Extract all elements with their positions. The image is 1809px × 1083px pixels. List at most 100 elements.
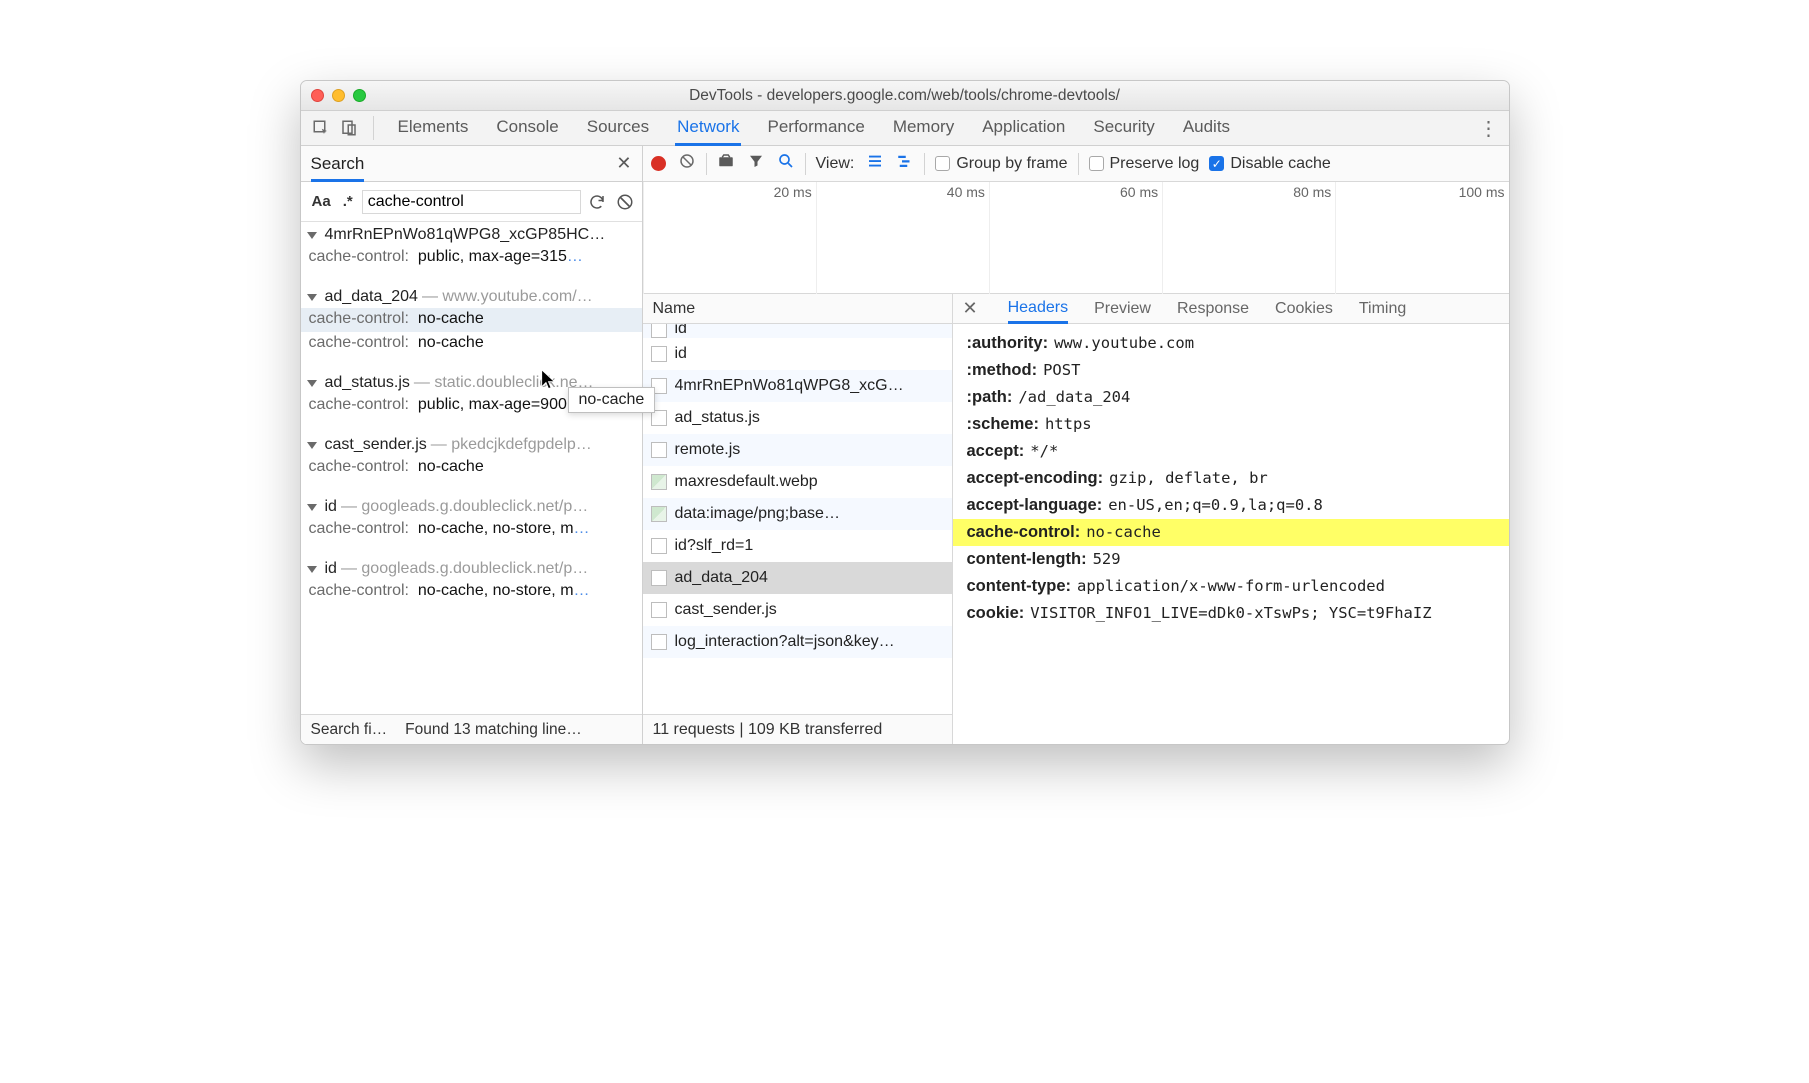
header-line[interactable]: :authority:www.youtube.com <box>953 330 1509 357</box>
disable-cache-checkbox[interactable]: Disable cache <box>1209 155 1331 173</box>
search-result-file[interactable]: ad_status.js — static.doubleclick.ne… <box>301 370 642 394</box>
detail-tab-timing[interactable]: Timing <box>1359 300 1406 318</box>
detail-tab-preview[interactable]: Preview <box>1094 300 1151 318</box>
request-row[interactable]: data:image/png;base… <box>643 498 952 530</box>
request-row[interactable]: remote.js <box>643 434 952 466</box>
request-name: id <box>675 345 944 363</box>
header-line[interactable]: :method:POST <box>953 357 1509 384</box>
search-result-line[interactable]: cache-control: no-cache, no-store, m… <box>301 580 642 604</box>
network-timeline[interactable]: 20 ms40 ms60 ms80 ms100 ms <box>643 182 1509 294</box>
request-row[interactable]: ad_data_204 <box>643 562 952 594</box>
request-row[interactable]: 4mrRnEPnWo81qWPG8_xcG… <box>643 370 952 402</box>
request-name: remote.js <box>675 441 944 459</box>
search-result-line[interactable]: cache-control: no-cache <box>301 308 642 332</box>
search-bar: Aa .* <box>301 182 642 222</box>
search-result-file[interactable]: cast_sender.js — pkedcjkdefgpdelp… <box>301 432 642 456</box>
search-input[interactable] <box>362 190 581 214</box>
search-result-line[interactable]: cache-control: no-cache <box>301 456 642 480</box>
header-line[interactable]: :scheme:https <box>953 411 1509 438</box>
file-icon <box>651 506 667 522</box>
detail-tab-response[interactable]: Response <box>1177 300 1249 318</box>
request-row[interactable]: ad_status.js <box>643 402 952 434</box>
header-line[interactable]: content-length:529 <box>953 546 1509 573</box>
request-list-header: Name <box>643 294 952 324</box>
window-title: DevTools - developers.google.com/web/too… <box>301 87 1509 105</box>
file-icon <box>651 602 667 618</box>
file-icon <box>651 324 667 338</box>
tab-performance[interactable]: Performance <box>765 111 866 145</box>
tab-audits[interactable]: Audits <box>1181 111 1232 145</box>
clear-search-icon[interactable] <box>614 190 635 214</box>
request-row[interactable]: log_interaction?alt=json&key… <box>643 626 952 658</box>
tab-console[interactable]: Console <box>494 111 560 145</box>
search-toggle-icon[interactable] <box>777 152 795 175</box>
preserve-log-label: Preserve log <box>1110 155 1200 173</box>
request-name: data:image/png;base… <box>675 505 944 523</box>
file-icon <box>651 410 667 426</box>
header-line[interactable]: accept-encoding:gzip, deflate, br <box>953 465 1509 492</box>
search-result-line[interactable]: cache-control: no-cache, no-store, m… <box>301 518 642 542</box>
request-row[interactable]: cast_sender.js <box>643 594 952 626</box>
regex-toggle[interactable]: .* <box>340 191 356 212</box>
search-results-footer: Search fi… Found 13 matching line… <box>301 714 642 744</box>
match-case-toggle[interactable]: Aa <box>309 191 334 212</box>
screenshots-toggle-icon[interactable] <box>717 152 735 175</box>
search-result-line[interactable]: cache-control: public, max-age=900 <box>301 394 642 418</box>
search-status-left: Search fi… <box>311 721 388 739</box>
waterfall-view-icon[interactable] <box>896 152 914 175</box>
request-name: id <box>675 324 944 338</box>
search-result-file[interactable]: id — googleads.g.doubleclick.net/p… <box>301 494 642 518</box>
file-icon <box>651 634 667 650</box>
device-toolbar-icon[interactable] <box>335 114 363 142</box>
header-line[interactable]: cookie:VISITOR_INFO1_LIVE=dDk0-xTswPs; Y… <box>953 600 1509 627</box>
large-rows-icon[interactable] <box>866 152 884 175</box>
network-toolbar: View: Group by frame Preserve log <box>643 146 1509 182</box>
clear-button[interactable] <box>678 152 696 175</box>
request-row[interactable]: id?slf_rd=1 <box>643 530 952 562</box>
tab-memory[interactable]: Memory <box>891 111 956 145</box>
file-icon <box>651 378 667 394</box>
detail-tab-headers[interactable]: Headers <box>1008 299 1068 324</box>
preserve-log-checkbox[interactable]: Preserve log <box>1089 155 1200 173</box>
search-result-file[interactable]: id — googleads.g.doubleclick.net/p… <box>301 556 642 580</box>
header-line[interactable]: cache-control:no-cache <box>953 519 1509 546</box>
search-result-file[interactable]: ad_data_204 — www.youtube.com/… <box>301 284 642 308</box>
request-row[interactable]: id <box>643 324 952 338</box>
timeline-tick: 20 ms <box>643 182 816 294</box>
search-result-line[interactable]: cache-control: no-cache <box>301 332 642 356</box>
overflow-menu-icon[interactable]: ⋮ <box>1479 116 1499 141</box>
header-line[interactable]: content-type:application/x-www-form-urle… <box>953 573 1509 600</box>
inspect-element-icon[interactable] <box>307 114 335 142</box>
separator <box>924 153 925 175</box>
refresh-search-icon[interactable] <box>587 190 608 214</box>
close-detail-icon[interactable]: ✕ <box>963 298 978 319</box>
separator <box>706 153 707 175</box>
request-name: log_interaction?alt=json&key… <box>675 633 944 651</box>
request-row[interactable]: maxresdefault.webp <box>643 466 952 498</box>
header-line[interactable]: :path:/ad_data_204 <box>953 384 1509 411</box>
request-name: ad_status.js <box>675 409 944 427</box>
search-result-file[interactable]: 4mrRnEPnWo81qWPG8_xcGP85HC… <box>301 222 642 246</box>
search-results: 4mrRnEPnWo81qWPG8_xcGP85HC…cache-control… <box>301 222 642 714</box>
request-row[interactable]: id <box>643 338 952 370</box>
group-by-frame-checkbox[interactable]: Group by frame <box>935 155 1067 173</box>
header-line[interactable]: accept:*/* <box>953 438 1509 465</box>
timeline-tick: 100 ms <box>1335 182 1508 294</box>
request-name: 4mrRnEPnWo81qWPG8_xcG… <box>675 377 944 395</box>
search-drawer-close-icon[interactable]: ✕ <box>616 153 631 174</box>
devtools-window: DevTools - developers.google.com/web/too… <box>300 80 1510 745</box>
main-tabbar: Elements Console Sources Network Performance… <box>301 111 1509 146</box>
separator <box>1078 153 1079 175</box>
header-list: :authority:www.youtube.com:method:POST:p… <box>953 324 1509 744</box>
search-result-line[interactable]: cache-control: public, max-age=315… <box>301 246 642 270</box>
record-button[interactable] <box>651 156 666 171</box>
filter-toggle-icon[interactable] <box>747 152 765 175</box>
tab-elements[interactable]: Elements <box>396 111 471 145</box>
tab-security[interactable]: Security <box>1091 111 1156 145</box>
tab-network[interactable]: Network <box>675 111 741 146</box>
detail-tabs: ✕ Headers Preview Response Cookies Timing <box>953 294 1509 324</box>
header-line[interactable]: accept-language:en-US,en;q=0.9,la;q=0.8 <box>953 492 1509 519</box>
tab-sources[interactable]: Sources <box>585 111 651 145</box>
tab-application[interactable]: Application <box>980 111 1067 145</box>
detail-tab-cookies[interactable]: Cookies <box>1275 300 1333 318</box>
